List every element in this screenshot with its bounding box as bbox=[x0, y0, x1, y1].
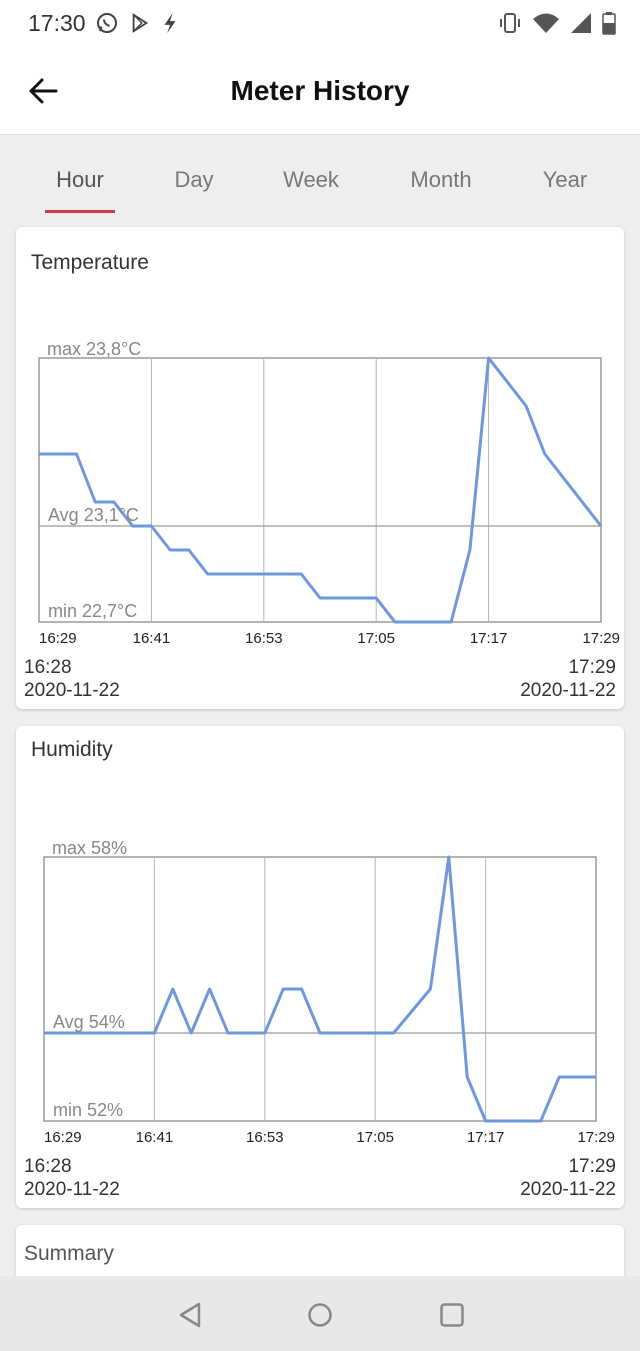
temperature-plot-frame bbox=[38, 357, 602, 623]
humidity-min-label: min 52% bbox=[53, 1100, 123, 1120]
nav-back-icon[interactable] bbox=[175, 1300, 205, 1330]
temperature-start-time: 16:28 bbox=[24, 657, 72, 678]
temperature-x-tick-label: 16:41 bbox=[133, 630, 171, 647]
period-tabs: Hour Day Week Month Year bbox=[0, 135, 640, 215]
humidity-card: Humidity max 58% Avg 54% min 52% 16:29 16:41… bbox=[16, 726, 624, 1208]
signal-icon bbox=[571, 13, 591, 33]
humidity-end-label: 17:29 2020-11-22 bbox=[520, 1155, 616, 1201]
app-bar: Meter History bbox=[0, 48, 640, 135]
temperature-x-tick-label: 16:29 bbox=[39, 630, 77, 647]
bolt-icon bbox=[164, 12, 176, 34]
humidity-x-tick-label: 17:05 bbox=[356, 1129, 394, 1146]
humidity-x-tick-label: 17:29 bbox=[577, 1129, 615, 1146]
temperature-end-date: 2020-11-22 bbox=[520, 680, 616, 701]
tab-day[interactable]: Day bbox=[174, 167, 213, 193]
status-right-icons bbox=[498, 11, 616, 35]
humidity-x-tick-label: 16:53 bbox=[246, 1129, 284, 1146]
humidity-start-date: 2020-11-22 bbox=[24, 1179, 120, 1200]
temperature-card: Temperature max 23,8°C Avg 23,1°C min 22,7… bbox=[16, 227, 624, 709]
tab-month[interactable]: Month bbox=[410, 167, 471, 193]
vibrate-icon bbox=[500, 13, 520, 33]
humidity-x-tick-label: 17:17 bbox=[467, 1129, 505, 1146]
humidity-end-date: 2020-11-22 bbox=[520, 1179, 616, 1200]
summary-title: Summary bbox=[24, 1242, 114, 1265]
page-title: Meter History bbox=[230, 75, 410, 106]
status-bar: 17:30 bbox=[0, 0, 640, 48]
temperature-x-tick-label: 17:05 bbox=[357, 630, 395, 647]
temperature-max-label: max 23,8°C bbox=[47, 339, 141, 359]
temperature-end-time: 17:29 bbox=[568, 657, 616, 678]
humidity-series-line bbox=[44, 855, 596, 1123]
humidity-x-tick-label: 16:41 bbox=[136, 1129, 174, 1146]
humidity-plot-frame bbox=[43, 856, 597, 1122]
humidity-max-label: max 58% bbox=[52, 838, 127, 858]
tab-year[interactable]: Year bbox=[543, 167, 587, 193]
nav-recents-icon[interactable] bbox=[437, 1300, 467, 1330]
humidity-start-time: 16:28 bbox=[24, 1156, 72, 1177]
temperature-start-date: 2020-11-22 bbox=[24, 680, 120, 701]
temperature-min-label: min 22,7°C bbox=[48, 601, 137, 621]
status-left-icons bbox=[95, 11, 179, 35]
temperature-chart: max 23,8°C Avg 23,1°C min 22,7°C 16:29 16:41… bbox=[38, 339, 620, 647]
temperature-avg-label: Avg 23,1°C bbox=[48, 505, 139, 525]
tab-hour[interactable]: Hour bbox=[56, 167, 104, 193]
play-store-icon bbox=[132, 13, 149, 33]
humidity-chart: max 58% Avg 54% min 52% 16:29 16:41 16:53 17:0… bbox=[43, 838, 615, 1146]
temperature-x-tick-label: 16:53 bbox=[245, 630, 283, 647]
temperature-series-line bbox=[39, 356, 603, 624]
temperature-end-label: 17:29 2020-11-22 bbox=[520, 656, 616, 702]
nav-home-icon[interactable] bbox=[305, 1300, 335, 1330]
temperature-start-label: 16:28 2020-11-22 bbox=[24, 656, 120, 702]
humidity-avg-label: Avg 54% bbox=[53, 1012, 125, 1032]
temperature-x-tick-label: 17:17 bbox=[470, 630, 508, 647]
humidity-x-tick-label: 16:29 bbox=[44, 1129, 82, 1146]
status-time: 17:30 bbox=[28, 10, 86, 36]
whatsapp-icon bbox=[97, 13, 117, 33]
system-nav-bar bbox=[0, 1276, 640, 1351]
humidity-end-time: 17:29 bbox=[568, 1156, 616, 1177]
wifi-icon bbox=[533, 13, 559, 33]
humidity-start-label: 16:28 2020-11-22 bbox=[24, 1155, 120, 1201]
active-tab-indicator bbox=[45, 210, 115, 213]
tab-week[interactable]: Week bbox=[283, 167, 339, 193]
temperature-x-tick-label: 17:29 bbox=[582, 630, 620, 647]
battery-icon bbox=[602, 12, 616, 35]
